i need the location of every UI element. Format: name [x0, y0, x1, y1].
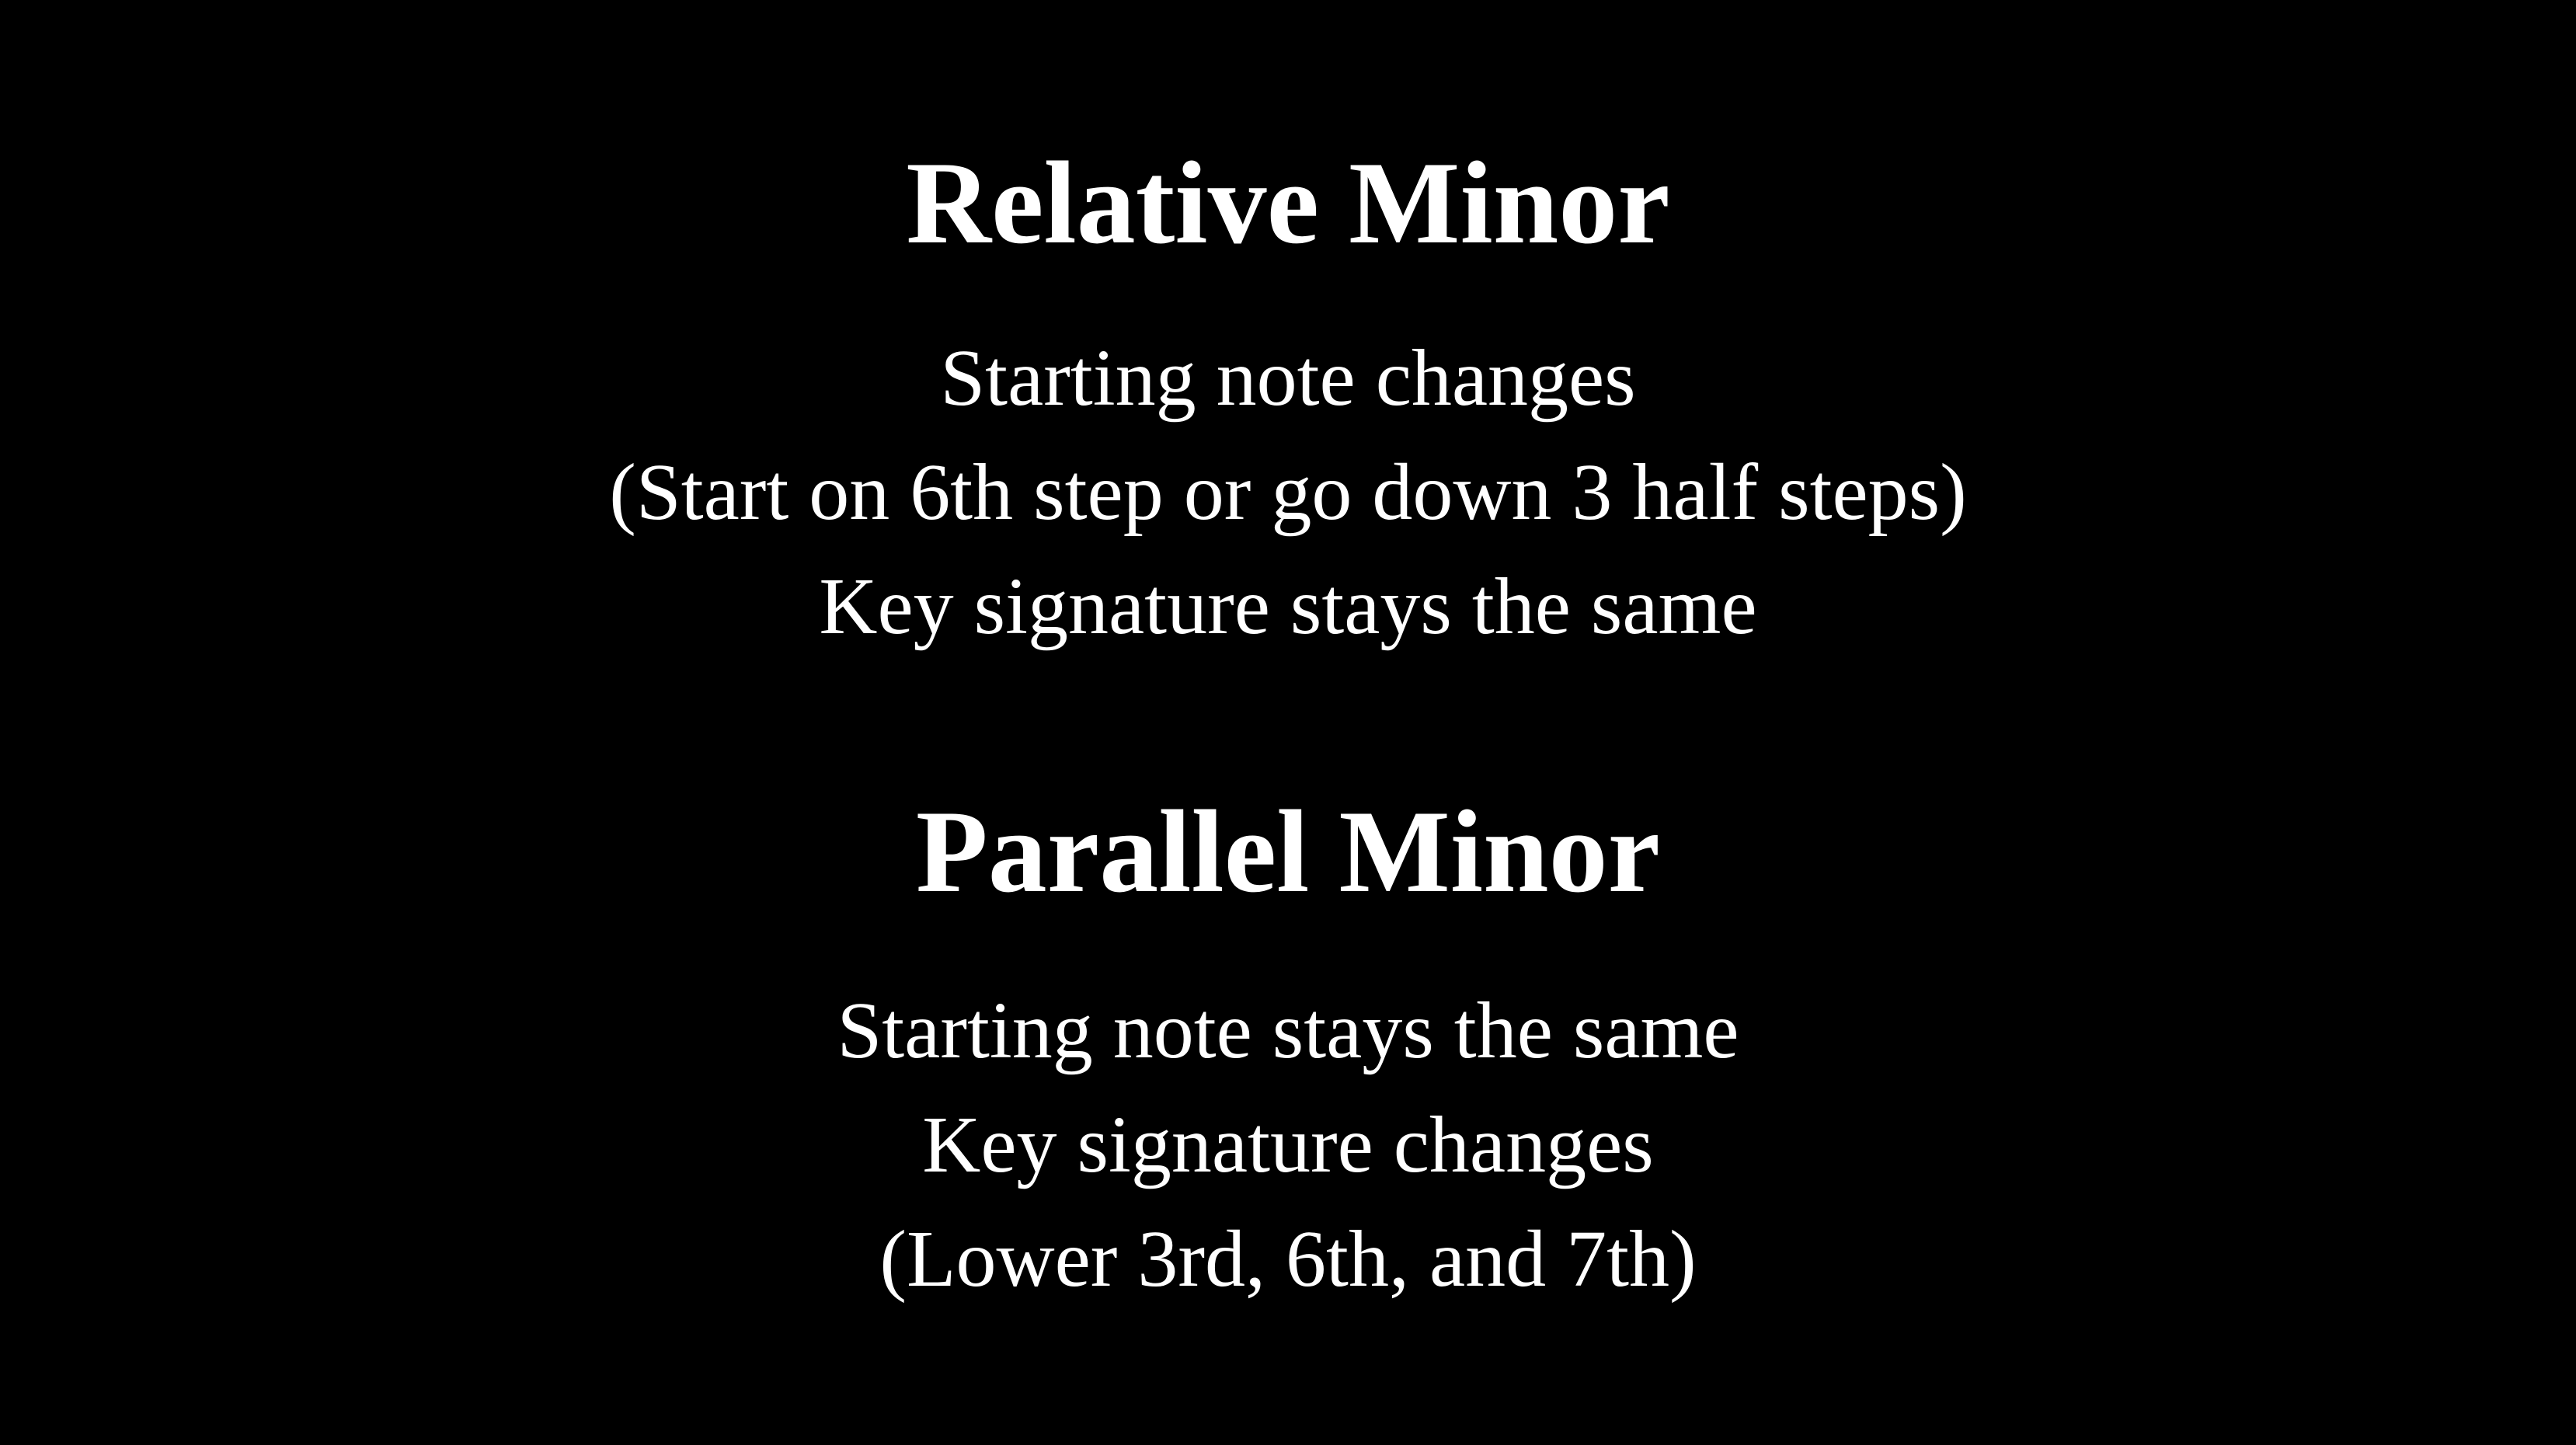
parallel-minor-heading: Parallel Minor	[915, 786, 1661, 917]
relative-minor-heading: Relative Minor	[906, 138, 1670, 268]
relative-minor-line-starting-note: Starting note changes	[940, 333, 1636, 423]
relative-minor-line-key-signature: Key signature stays the same	[819, 562, 1757, 651]
parallel-minor-line-key-signature: Key signature changes	[922, 1100, 1654, 1189]
slide: Relative Minor Starting note changes (St…	[0, 0, 2576, 1445]
parallel-minor-line-starting-note: Starting note stays the same	[837, 986, 1739, 1075]
relative-minor-line-sixth-step: (Start on 6th step or go down 3 half ste…	[609, 447, 1967, 537]
parallel-minor-line-lowered-degrees: (Lower 3rd, 6th, and 7th)	[879, 1214, 1697, 1304]
